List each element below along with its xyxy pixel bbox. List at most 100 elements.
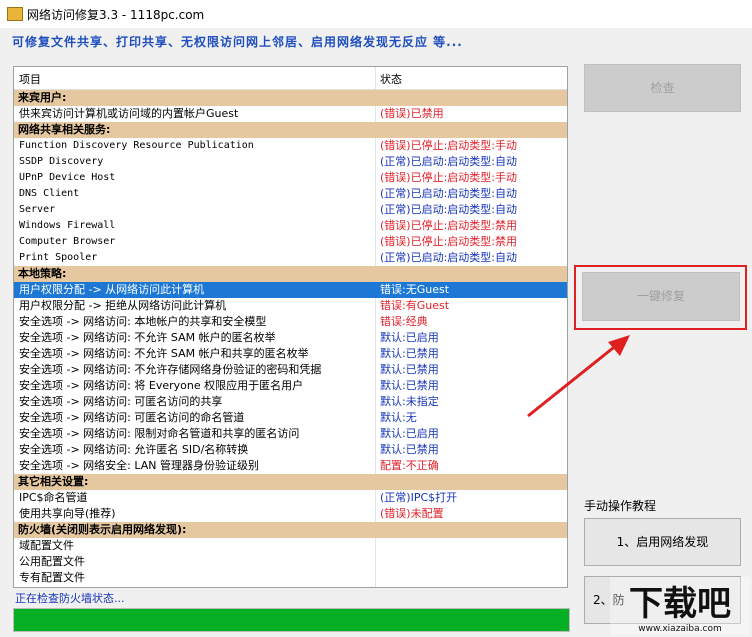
row-status: 默认:已禁用 (380, 443, 439, 456)
title-bar: 网络访问修复3.3 - 1118pc.com (0, 0, 752, 28)
table-row[interactable]: 安全选项 -> 网络访问: 限制对命名管道和共享的匿名访问 默认:已启用 (14, 426, 567, 442)
row-item: 公用配置文件 (19, 555, 85, 568)
manual-tutorial-label: 手动操作教程 (584, 499, 657, 513)
table-row[interactable]: Print Spooler (正常)已启动:启动类型:自动 (14, 250, 567, 266)
row-item: 安全选项 -> 网络访问: 不允许存储网络身份验证的密码和凭据 (19, 363, 322, 376)
table-row[interactable]: 安全选项 -> 网络访问: 将 Everyone 权限应用于匿名用户 默认:已禁用 (14, 378, 567, 394)
row-item: 安全选项 -> 网络访问: 不允许 SAM 帐户和共享的匿名枚举 (19, 347, 309, 360)
row-status: 错误:无Guest (380, 283, 450, 296)
row-status: 配置:不正确 (380, 459, 439, 472)
row-item: 安全选项 -> 网络访问: 限制对命名管道和共享的匿名访问 (19, 427, 300, 440)
status-text: 正在检查防火墙状态... (15, 592, 125, 605)
table-row[interactable]: SSDP Discovery (正常)已启动:启动类型:自动 (14, 154, 567, 170)
row-item: 供来宾访问计算机或访问域的内置帐户Guest (19, 107, 239, 120)
row-status: 默认:已禁用 (380, 347, 439, 360)
table-group-row[interactable]: 其它相关设置: (14, 474, 567, 490)
table-row[interactable]: DNS Client (正常)已启动:启动类型:自动 (14, 186, 567, 202)
svg-text:下载吧: 下载吧 (629, 584, 731, 624)
row-status: (错误)已停止:启动类型:手动 (380, 171, 517, 184)
subtitle: 可修复文件共享、打印共享、无权限访问网上邻居、启用网络发现无反应 等... (12, 35, 463, 49)
progress-bar (13, 608, 570, 632)
row-item: 安全选项 -> 网络访问: 允许匿名 SID/名称转换 (19, 443, 249, 456)
table-group-row[interactable]: 网络共享相关服务: (14, 122, 567, 138)
table-row[interactable]: 用户权限分配 -> 拒绝从网络访问此计算机 错误:有Guest (14, 298, 567, 314)
table-row[interactable]: 安全选项 -> 网络访问: 本地帐户的共享和安全模型 错误:经典 (14, 314, 567, 330)
table-row[interactable]: 公用配置文件 (14, 554, 567, 570)
table-row[interactable]: Server (正常)已启动:启动类型:自动 (14, 202, 567, 218)
row-item: 安全选项 -> 网络访问: 不允许 SAM 帐户的匿名枚举 (19, 331, 276, 344)
row-status: 默认:已禁用 (380, 379, 439, 392)
row-status: 错误:有Guest (380, 299, 450, 312)
table-row[interactable]: 安全选项 -> 网络访问: 不允许存储网络身份验证的密码和凭据 默认:已禁用 (14, 362, 567, 378)
table-row[interactable]: IPC$命名管道 (正常)IPC$打开 (14, 490, 567, 506)
row-item: Function Discovery Resource Publication (19, 140, 254, 151)
table-group-row[interactable]: 本地策略: (14, 266, 567, 282)
table-group-row[interactable]: 防火墙(关闭则表示启用网络发现): (14, 522, 567, 538)
row-item: 用户权限分配 -> 拒绝从网络访问此计算机 (19, 299, 227, 312)
row-status: 默认:已禁用 (380, 363, 439, 376)
row-status: (错误)已禁用 (380, 107, 444, 120)
svg-text:www.xiazaiba.com: www.xiazaiba.com (638, 624, 722, 634)
row-item: 专有配置文件 (19, 571, 85, 584)
header-item[interactable]: 项目 (19, 71, 41, 87)
header-status[interactable]: 状态 (380, 71, 402, 87)
check-button[interactable]: 检查 (584, 64, 741, 112)
table-group-row[interactable]: 来宾用户: (14, 90, 567, 106)
table-row[interactable]: 使用共享向导(推荐) (错误)未配置 (14, 506, 567, 522)
row-status: 错误:经典 (380, 315, 428, 328)
row-item: 用户权限分配 -> 从网络访问此计算机 (19, 283, 205, 296)
row-item: 安全选项 -> 网络访问: 本地帐户的共享和安全模型 (19, 315, 267, 328)
row-status: (正常)已启动:启动类型:自动 (380, 203, 517, 216)
table-row[interactable]: 安全选项 -> 网络安全: LAN 管理器身份验证级别 配置:不正确 (14, 458, 567, 474)
table-row[interactable]: Computer Browser (错误)已停止:启动类型:禁用 (14, 234, 567, 250)
row-item: 其它相关设置: (18, 475, 89, 488)
row-item: UPnP Device Host (19, 172, 116, 183)
table-row[interactable]: 安全选项 -> 网络访问: 可匿名访问的共享 默认:未指定 (14, 394, 567, 410)
app-icon (7, 7, 23, 21)
row-item: 防火墙(关闭则表示启用网络发现): (18, 523, 187, 536)
row-item: 域配置文件 (19, 539, 74, 552)
row-item: IPC$命名管道 (19, 491, 88, 504)
table-header: 项目 状态 (14, 67, 567, 90)
table-row[interactable]: 域配置文件 (14, 538, 567, 554)
row-item: Windows Firewall (19, 220, 116, 231)
row-item: 使用共享向导(推荐) (19, 507, 116, 520)
table-rows: 来宾用户: 供来宾访问计算机或访问域的内置帐户Guest (错误)已禁用网络共享相关… (14, 90, 567, 586)
row-item: 网络共享相关服务: (18, 123, 111, 136)
table-row[interactable]: Function Discovery Resource Publication (… (14, 138, 567, 154)
watermark-logo: 下载吧 www.xiazaiba.com (610, 577, 750, 635)
row-status: (正常)已启动:启动类型:自动 (380, 155, 517, 168)
row-status: (正常)已启动:启动类型:自动 (380, 187, 517, 200)
row-item: 安全选项 -> 网络访问: 可匿名访问的命名管道 (19, 411, 245, 424)
table-row[interactable]: 安全选项 -> 网络访问: 可匿名访问的命名管道 默认:无 (14, 410, 567, 426)
row-item: 安全选项 -> 网络安全: LAN 管理器身份验证级别 (19, 459, 260, 472)
row-item: Computer Browser (19, 236, 116, 247)
window-title: 网络访问修复3.3 - 1118pc.com (27, 8, 205, 22)
row-status: (错误)已停止:启动类型:禁用 (380, 219, 517, 232)
results-table[interactable]: 项目 状态 来宾用户: 供来宾访问计算机或访问域的内置帐户Guest (错误)已禁用… (13, 66, 568, 588)
row-status: (错误)未配置 (380, 507, 444, 520)
table-row[interactable]: 供来宾访问计算机或访问域的内置帐户Guest (错误)已禁用 (14, 106, 567, 122)
row-item: 来宾用户: (18, 91, 67, 104)
row-status: (正常)已启动:启动类型:自动 (380, 251, 517, 264)
table-row[interactable]: 安全选项 -> 网络访问: 允许匿名 SID/名称转换 默认:已禁用 (14, 442, 567, 458)
row-item: SSDP Discovery (19, 156, 104, 167)
row-item: Server (19, 204, 56, 215)
row-status: (错误)已停止:启动类型:禁用 (380, 235, 517, 248)
table-row[interactable]: 安全选项 -> 网络访问: 不允许 SAM 帐户和共享的匿名枚举 默认:已禁用 (14, 346, 567, 362)
row-status: (错误)已停止:启动类型:手动 (380, 139, 517, 152)
table-row[interactable]: UPnP Device Host (错误)已停止:启动类型:手动 (14, 170, 567, 186)
table-row[interactable]: 安全选项 -> 网络访问: 不允许 SAM 帐户的匿名枚举 默认:已启用 (14, 330, 567, 346)
row-item: Print Spooler (19, 252, 98, 263)
row-status: 默认:已启用 (380, 427, 439, 440)
row-item: 本地策略: (18, 267, 67, 280)
row-status: 默认:未指定 (380, 395, 439, 408)
tutorial-network-discovery-button[interactable]: 1、启用网络发现 (584, 518, 741, 566)
row-status: (正常)IPC$打开 (380, 491, 458, 504)
table-row[interactable]: 用户权限分配 -> 从网络访问此计算机 错误:无Guest (14, 282, 567, 298)
table-row[interactable]: Windows Firewall (错误)已停止:启动类型:禁用 (14, 218, 567, 234)
row-status: 默认:无 (380, 411, 417, 424)
annotation-arrow (527, 335, 630, 418)
table-row[interactable]: 专有配置文件 (14, 570, 567, 586)
highlight-box (574, 265, 747, 330)
